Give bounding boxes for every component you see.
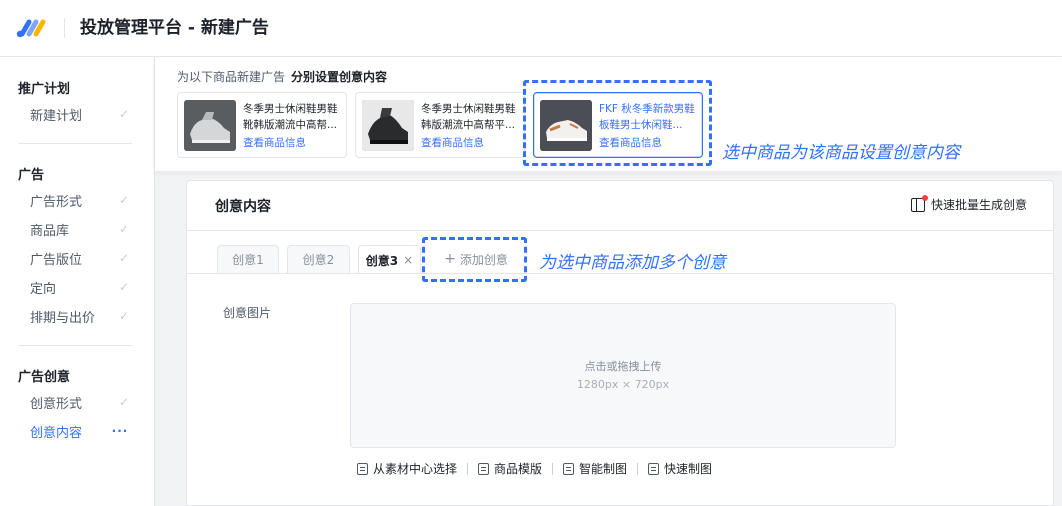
tool-label: 快速制图: [664, 462, 713, 476]
sidebar-item-targeting[interactable]: 定向 ✓: [30, 277, 130, 297]
quick-generate-label: 快速批量生成创意: [930, 198, 1027, 212]
sidebar-divider: [18, 345, 132, 346]
product-name: 冬季男士休闲鞋男鞋靴韩版潮流中高帮...: [243, 103, 338, 131]
tab-creative-3[interactable]: 创意3 ×: [358, 245, 421, 274]
tab-baseline: [187, 273, 1053, 274]
product-card-1[interactable]: 冬季男士休闲鞋男鞋靴韩版潮流中高帮... 查看商品信息: [177, 92, 347, 158]
sidebar-item-label: 商品库: [30, 223, 70, 239]
top-header: 投放管理平台 - 新建广告: [0, 0, 1062, 57]
smart-design-button[interactable]: 智能制图: [563, 460, 627, 477]
strip-title-text: 为以下商品新建广告: [177, 70, 286, 84]
sidebar-item-product-library[interactable]: 商品库 ✓: [30, 219, 130, 239]
tool-label: 商品模版: [494, 462, 543, 476]
sidebar-group-ad: 广告: [18, 168, 45, 183]
ai-icon: [563, 462, 575, 475]
creative-content-card: 创意内容 快速批量生成创意 创意1 创意2 创意3 × + 添加创意 创意图片 …: [186, 180, 1054, 506]
view-product-link[interactable]: 查看商品信息: [599, 135, 662, 150]
shoe-thumbnail-icon: [540, 100, 592, 151]
check-icon: ✓: [118, 251, 130, 265]
check-icon: ✓: [118, 395, 130, 409]
quick-design-icon: [648, 462, 660, 475]
sidebar-item-schedule-bid[interactable]: 排期与出价 ✓: [30, 306, 130, 326]
shoe-thumbnail-icon: [184, 100, 236, 151]
tab-label: 创意3: [365, 253, 399, 268]
product-template-button[interactable]: 商品模版: [478, 460, 542, 477]
check-icon: ✓: [118, 222, 130, 236]
template-icon: [478, 462, 490, 475]
check-icon: ✓: [118, 193, 130, 207]
select-from-material-center-button[interactable]: 从素材中心选择: [357, 460, 457, 477]
product-card-3-selected[interactable]: FKF 秋冬季新款男鞋板鞋男士休闲鞋... 查看商品信息: [533, 92, 703, 158]
product-name: 冬季男士休闲鞋男鞋韩版潮流中高帮平...: [421, 103, 516, 131]
quick-design-button[interactable]: 快速制图: [648, 460, 712, 477]
sidebar-item-ad-format[interactable]: 广告形式 ✓: [30, 190, 130, 210]
toolbar-divider: [552, 462, 554, 475]
annotation-add-creatives: 为选中商品添加多个创意: [539, 253, 726, 273]
sidebar-item-label: 广告版位: [30, 252, 83, 268]
creative-image-label: 创意图片: [223, 306, 272, 320]
image-upload-area[interactable]: 点击或拖拽上传 1280px × 720px: [350, 303, 896, 448]
close-icon[interactable]: ×: [403, 253, 413, 267]
sidebar-group-creative: 广告创意: [18, 370, 71, 385]
page-title: 投放管理平台 - 新建广告: [80, 18, 269, 38]
quick-batch-generate-button[interactable]: 快速批量生成创意: [910, 194, 1027, 213]
tab-creative-1[interactable]: 创意1: [217, 245, 279, 273]
annotation-select-product: 选中商品为该商品设置创意内容: [722, 143, 960, 163]
upload-size-hint: 1280px × 720px: [576, 377, 670, 391]
sidebar-divider: [18, 143, 132, 144]
sidebar-item-ad-placement[interactable]: 广告版位 ✓: [30, 248, 130, 268]
sidebar-item-label: 排期与出价: [30, 310, 96, 326]
plus-icon: +: [444, 251, 456, 267]
product-name: FKF 秋冬季新款男鞋板鞋男士休闲鞋...: [599, 103, 695, 131]
tool-label: 从素材中心选择: [373, 462, 458, 476]
upload-hint: 点击或拖拽上传: [584, 359, 662, 373]
sidebar-item-label: 创意形式: [30, 396, 83, 412]
sidebar-item-creative-content[interactable]: 创意内容 ···: [30, 421, 130, 441]
check-icon: ✓: [118, 280, 130, 294]
sidebar-group-plan: 推广计划: [18, 82, 71, 97]
layout-icon: [910, 194, 928, 212]
platform-logo-icon: [16, 19, 46, 38]
more-icon: ···: [111, 424, 129, 438]
view-product-link[interactable]: 查看商品信息: [421, 135, 484, 150]
toolbar-divider: [467, 462, 469, 475]
toolbar-divider: [637, 462, 639, 475]
tab-creative-2[interactable]: 创意2: [287, 245, 350, 273]
tool-label: 智能制图: [579, 462, 628, 476]
add-creative-button[interactable]: + 添加创意: [429, 245, 523, 273]
product-card-2[interactable]: 冬季男士休闲鞋男鞋韩版潮流中高帮平... 查看商品信息: [355, 92, 525, 158]
card-header: 创意内容 快速批量生成创意: [187, 181, 1053, 231]
strip-title: 为以下商品新建广告 分别设置创意内容: [177, 68, 387, 85]
header-divider: [64, 18, 65, 38]
sidebar-item-creative-format[interactable]: 创意形式 ✓: [30, 392, 130, 412]
strip-title-strong: 分别设置创意内容: [291, 70, 388, 84]
check-icon: ✓: [118, 309, 130, 323]
image-icon: [357, 462, 368, 475]
sidebar-item-label: 新建计划: [30, 108, 83, 124]
sidebar-item-label: 定向: [30, 281, 57, 297]
sidebar-item-new-plan[interactable]: 新建计划 ✓: [30, 104, 130, 124]
sidebar-item-label: 广告形式: [30, 194, 83, 210]
check-icon: ✓: [118, 107, 130, 121]
shoe-thumbnail-icon: [362, 100, 414, 151]
sidebar: 推广计划 新建计划 ✓ 广告 广告形式 ✓ 商品库 ✓ 广告版位 ✓ 定向 ✓ …: [0, 57, 155, 506]
card-title: 创意内容: [215, 199, 271, 215]
add-creative-label: 添加创意: [459, 252, 508, 267]
view-product-link[interactable]: 查看商品信息: [243, 135, 306, 150]
image-source-toolbar: 从素材中心选择 商品模版 智能制图 快速制图: [357, 460, 712, 477]
sidebar-item-label: 创意内容: [30, 425, 83, 441]
